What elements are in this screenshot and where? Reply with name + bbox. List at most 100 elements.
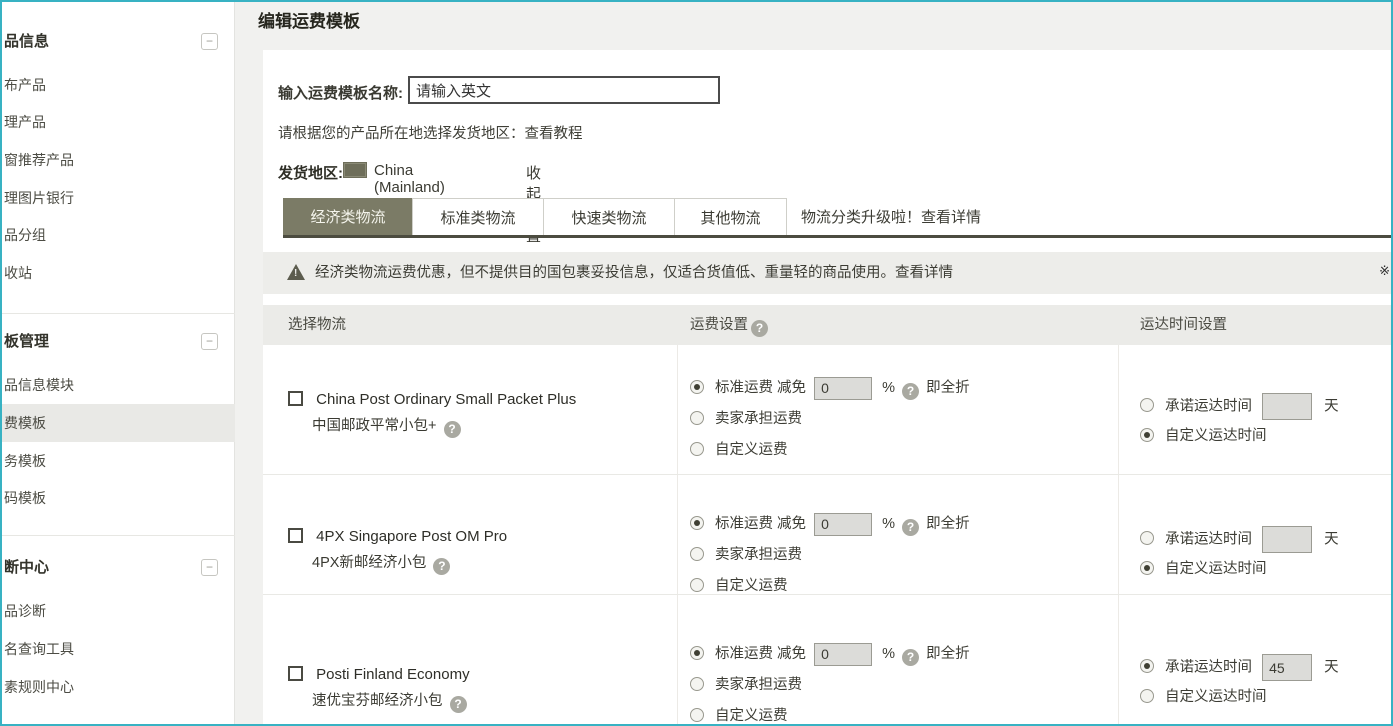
sidebar-section-diagnosis-center: 断中心 [4,559,50,576]
day-unit-label: 天 [1324,659,1339,676]
col-header-select-logistics: 选择物流 [288,317,346,333]
tab-standard-logistics[interactable]: 标准类物流 [412,198,544,238]
warning-detail-link[interactable]: 查看详情 [895,265,953,281]
sidebar-item-product-diagnosis[interactable]: 品诊断 [4,601,46,621]
logistics-name-cn: 速优宝芬邮经济小包 [312,693,443,709]
help-icon[interactable]: ? [443,421,461,438]
custom-time-radio[interactable] [1140,561,1154,575]
custom-freight-radio[interactable] [690,708,704,722]
warning-bar: ! 经济类物流运费优惠，但不提供目的国包裹妥投信息，仅适合货值低、重量轻的商品使… [263,252,1391,294]
logistics-row: Posti Finland Economy 速优宝芬邮经济小包 ? 标准运费 减… [263,594,1391,724]
help-icon[interactable]: ? [902,383,920,400]
sidebar-item-size-template[interactable]: 码模板 [4,488,46,508]
custom-freight-radio[interactable] [690,578,704,592]
promised-time-radio[interactable] [1140,531,1154,546]
logistics-checkbox[interactable] [288,528,303,543]
logistics-tabs: 经济类物流 标准类物流 快速类物流 其他物流 物流分类升级啦！查看详情 [283,198,981,238]
logistics-checkbox[interactable] [288,391,303,406]
logistics-name-cn: 4PX新邮经济小包 [312,555,427,571]
promised-days-input[interactable] [1262,526,1313,553]
logistics-select-cell: China Post Ordinary Small Packet Plus 中国… [288,391,576,438]
seller-freight-radio[interactable] [690,547,704,561]
logistics-row: China Post Ordinary Small Packet Plus 中国… [263,345,1391,474]
col-header-delivery-time: 运达时间设置 [1140,317,1227,333]
custom-freight-label: 自定义运费 [715,442,788,458]
sidebar-item-manage-product[interactable]: 理产品 [4,112,46,132]
template-name-input[interactable] [408,76,720,104]
promised-time-label: 承诺运达时间 [1165,659,1253,676]
logistics-select-cell: Posti Finland Economy 速优宝芬邮经济小包 ? [288,666,470,713]
delivery-time-cell: 承诺运达时间 天 自定义运达时间 [1140,526,1339,588]
freight-settings-cell: 标准运费 减免 % ? 即全折 卖家承担运费 自定义运费 [690,642,970,724]
custom-freight-radio[interactable] [690,442,704,456]
full-discount-label: 即全折 [926,646,970,662]
collapse-icon[interactable]: − [201,33,218,50]
delivery-time-cell: 承诺运达时间 天 自定义运达时间 [1140,393,1339,455]
discount-input[interactable] [814,376,873,400]
region-hint-text: 请根据您的产品所在地选择发货地区： [278,126,525,142]
sidebar-item-rule-center[interactable]: 素规则中心 [4,677,74,697]
full-discount-label: 即全折 [926,516,970,532]
custom-time-radio[interactable] [1140,428,1154,442]
logistics-row: 4PX Singapore Post OM Pro 4PX新邮经济小包 ? 标准… [263,474,1391,594]
custom-freight-label: 自定义运费 [715,708,788,724]
logistics-name-en: Posti Finland Economy [316,666,470,683]
sidebar-divider [2,313,235,314]
logistics-rows: China Post Ordinary Small Packet Plus 中国… [263,345,1391,724]
standard-freight-radio[interactable] [690,646,704,660]
standard-freight-radio[interactable] [690,380,704,394]
warning-text: 经济类物流运费优惠，但不提供目的国包裹妥投信息，仅适合货值低、重量轻的商品使用。 [315,265,895,281]
custom-time-label: 自定义运达时间 [1165,561,1267,577]
tab-express-logistics[interactable]: 快速类物流 [543,198,675,238]
help-icon[interactable]: ? [902,519,920,536]
ship-region-row: 发货地区: China (Mainland) 收起设置 [278,162,541,245]
view-tutorial-link[interactable]: 查看教程 [525,126,583,142]
logistics-name-cn: 中国邮政平常小包+ [312,418,437,434]
seller-freight-radio[interactable] [690,411,704,425]
sidebar-item-image-bank[interactable]: 理图片银行 [4,188,74,208]
col-header-freight-settings: 运费设置? [690,305,771,345]
sidebar: 品信息 − 布产品 理产品 窗推荐产品 理图片银行 品分组 收站 板管理 − 品… [2,2,235,724]
seller-freight-radio[interactable] [690,677,704,691]
page-title: 编辑运费模板 [258,12,360,31]
sidebar-item-product-info-module[interactable]: 品信息模块 [4,375,74,395]
sidebar-item-window-recommend[interactable]: 窗推荐产品 [4,150,74,170]
discount-input[interactable] [814,642,873,666]
seller-freight-label: 卖家承担运费 [715,547,803,563]
freight-template-editor: 品信息 − 布产品 理产品 窗推荐产品 理图片银行 品分组 收站 板管理 − 品… [0,0,1393,726]
help-icon[interactable]: ? [902,649,920,666]
help-icon[interactable]: ? [433,558,451,575]
promised-days-input[interactable] [1262,393,1313,420]
full-discount-label: 即全折 [926,380,970,396]
seller-freight-label: 卖家承担运费 [715,411,803,427]
help-icon[interactable]: ? [449,696,467,713]
promised-time-radio[interactable] [1140,659,1154,674]
promised-time-label: 承诺运达时间 [1165,531,1253,548]
edge-marker-icon: ※ [1379,263,1390,278]
standard-freight-radio[interactable] [690,516,704,530]
help-icon[interactable]: ? [751,320,768,337]
logistics-checkbox[interactable] [288,666,303,681]
sidebar-item-publish-product[interactable]: 布产品 [4,75,46,95]
tab-other-logistics[interactable]: 其他物流 [674,198,787,238]
sidebar-item-freight-template[interactable]: 费模板 [4,413,46,433]
sidebar-item-product-group[interactable]: 品分组 [4,225,46,245]
sidebar-divider [2,535,235,536]
custom-time-label: 自定义运达时间 [1165,428,1267,444]
custom-time-radio[interactable] [1140,689,1154,703]
discount-input[interactable] [814,512,873,536]
seller-freight-label: 卖家承担运费 [715,677,803,693]
freight-settings-cell: 标准运费 减免 % ? 即全折 卖家承担运费 自定义运费 [690,512,970,605]
collapse-icon[interactable]: − [201,333,218,350]
sidebar-item-service-template[interactable]: 务模板 [4,451,46,471]
collapse-icon[interactable]: − [201,559,218,576]
sidebar-item-name-query-tool[interactable]: 名查询工具 [4,639,74,659]
ship-region-label: 发货地区: [278,165,343,182]
logistics-upgrade-notice-link[interactable]: 物流分类升级啦！查看详情 [801,198,981,238]
promised-days-input[interactable] [1262,654,1313,681]
tab-economy-logistics[interactable]: 经济类物流 [283,198,413,238]
custom-freight-label: 自定义运费 [715,578,788,594]
main-panel: 输入运费模板名称: 请根据您的产品所在地选择发货地区：查看教程 发货地区: Ch… [263,50,1391,724]
promised-time-radio[interactable] [1140,398,1154,413]
sidebar-item-recycle-bin[interactable]: 收站 [4,263,32,283]
